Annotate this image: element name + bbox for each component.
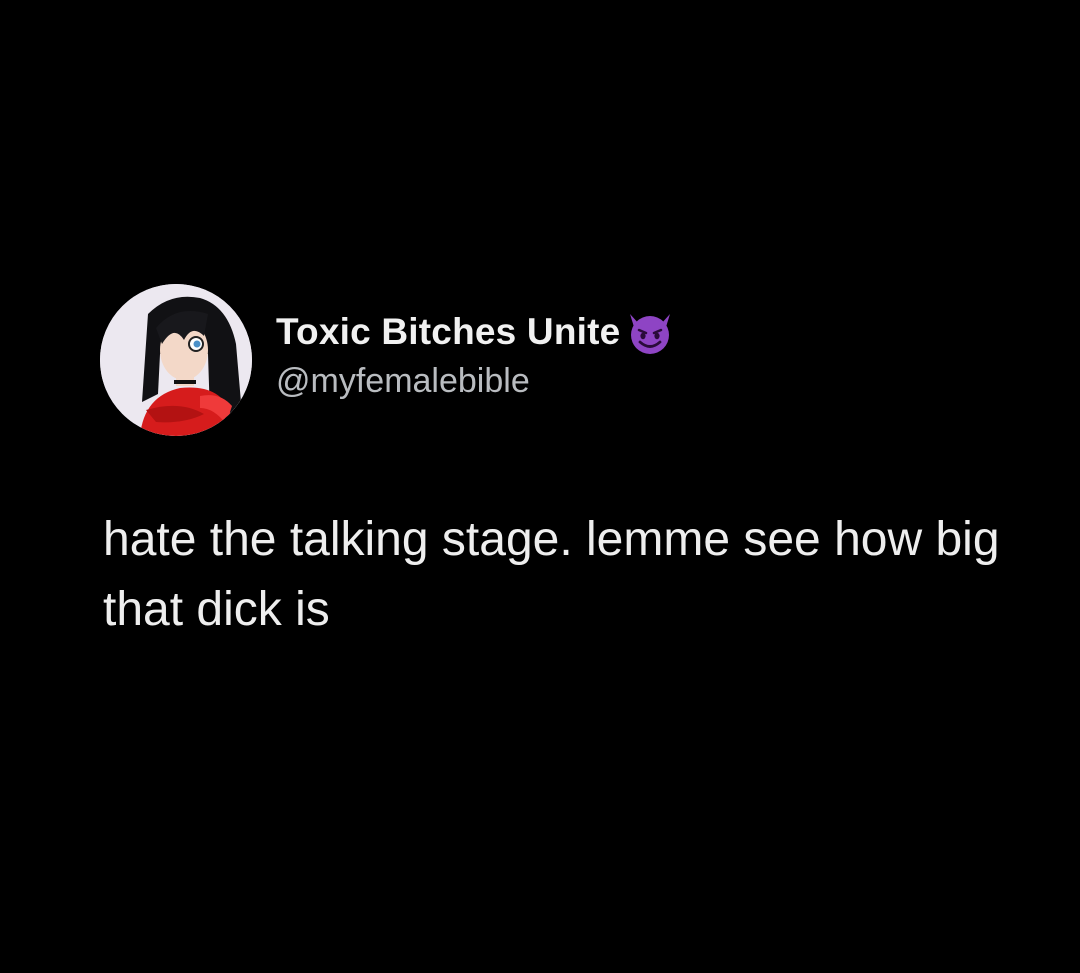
display-name[interactable]: Toxic Bitches Unite [276, 311, 620, 353]
smiling-devil-icon [624, 308, 676, 356]
tweet-text: hate the talking stage. lemme see how bi… [103, 513, 1000, 636]
avatar[interactable] [100, 284, 252, 436]
cartoon-girl-avatar-icon [100, 284, 252, 436]
display-name-row: Toxic Bitches Unite [276, 308, 676, 356]
tweet-card: Toxic Bitches Unite @myfemalebible hate … [0, 0, 1080, 973]
tweet-header: Toxic Bitches Unite @myfemalebible [100, 284, 676, 436]
user-handle[interactable]: @myfemalebible [276, 362, 676, 401]
author-info: Toxic Bitches Unite @myfemalebible [276, 308, 676, 401]
